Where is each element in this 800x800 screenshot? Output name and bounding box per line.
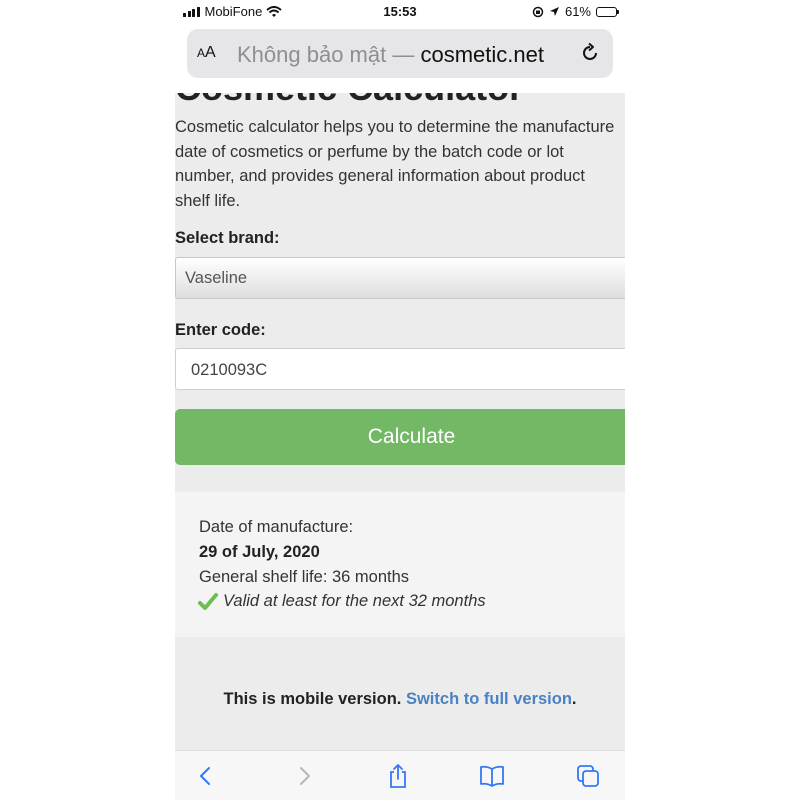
browser-toolbar [175, 750, 625, 800]
phone-screen: MobiFone 15:53 61% AA Không bảo mật — co… [175, 0, 625, 800]
status-right: 61% [532, 4, 619, 19]
bookmarks-icon[interactable] [479, 763, 505, 789]
code-label: Enter code: [175, 321, 266, 339]
location-icon [549, 7, 559, 16]
code-input[interactable]: 0210093C [175, 348, 625, 390]
shelf-life: General shelf life: 36 months [199, 568, 410, 586]
page-title: Cosmetic Calculator [175, 93, 523, 109]
status-bar: MobiFone 15:53 61% [175, 0, 625, 24]
brand-label: Select brand: [175, 229, 280, 247]
battery-icon [596, 6, 619, 17]
not-secure-label: Không bảo mật — [237, 42, 421, 67]
back-icon[interactable] [193, 763, 219, 789]
footer-period: . [571, 690, 577, 708]
domain-text: cosmetic.net [420, 42, 544, 67]
address-bar[interactable]: AA Không bảo mật — cosmetic.net [187, 29, 613, 78]
text-size-button[interactable]: AA [197, 44, 216, 62]
brand-value: Vaseline [185, 269, 248, 287]
validity-text: Valid at least for the next 32 months [223, 592, 486, 610]
full-version-link[interactable]: Switch to full version [406, 690, 572, 708]
intro-text: Cosmetic calculator helps you to determi… [175, 118, 615, 210]
result-panel: Date of manufacture: 29 of July, 2020 Ge… [175, 492, 625, 637]
forward-icon[interactable] [291, 763, 317, 789]
share-icon[interactable] [385, 763, 411, 789]
calculate-label: Calculate [367, 425, 456, 448]
manufacture-date: 29 of July, 2020 [199, 543, 320, 561]
calculate-button[interactable]: Calculate [175, 409, 625, 465]
brand-select[interactable]: Vaseline [175, 257, 625, 299]
footer-text: This is mobile version. [223, 690, 406, 708]
address-text[interactable]: Không bảo mật — cosmetic.net [237, 42, 544, 68]
web-content: Cosmetic Calculator Cosmetic calculator … [175, 93, 625, 750]
tabs-icon[interactable] [575, 763, 601, 789]
manufacture-label: Date of manufacture: [199, 518, 354, 536]
reload-icon[interactable] [579, 42, 601, 64]
footer-note: This is mobile version. Switch to full v… [175, 690, 625, 709]
battery-percent: 61% [564, 4, 591, 19]
checkmark-icon [198, 593, 218, 610]
orientation-lock-icon [532, 6, 544, 17]
code-value: 0210093C [191, 361, 268, 379]
